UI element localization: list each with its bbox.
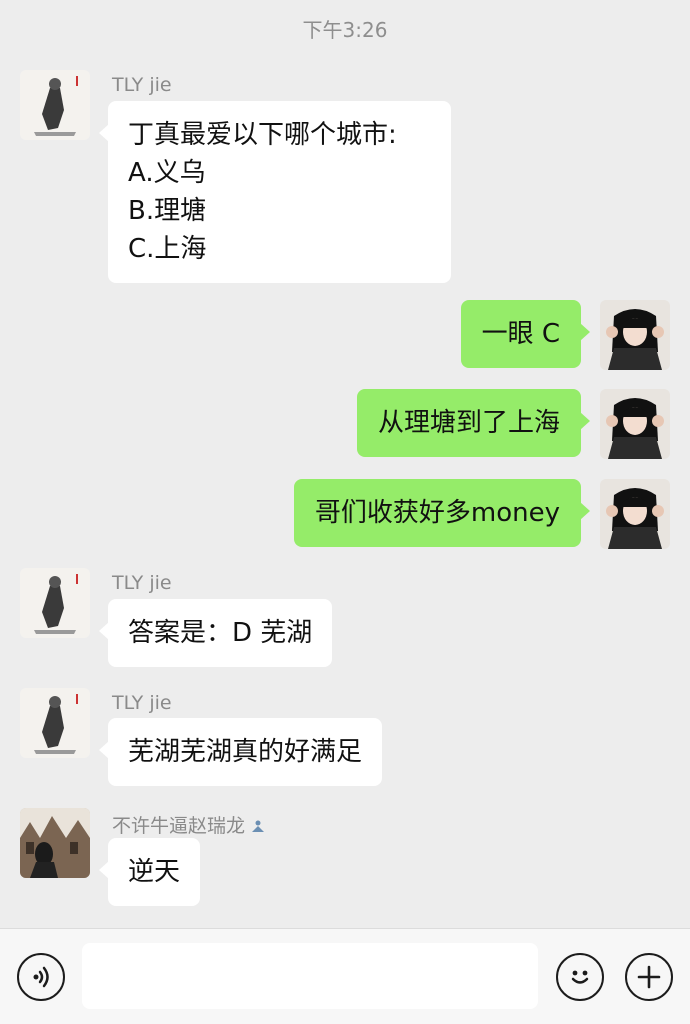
message-line: C.上海: [128, 234, 207, 264]
avatar-tly-jie[interactable]: [20, 688, 90, 758]
message-timestamp: 下午3:26: [302, 18, 388, 42]
plus-icon[interactable]: [625, 953, 673, 1001]
avatar-self[interactable]: [600, 479, 670, 549]
avatar-tly-jie[interactable]: [20, 70, 90, 140]
message-line: 丁真最爱以下哪个城市:: [128, 120, 397, 150]
input-bar: [0, 928, 690, 1024]
avatar-tly-jie[interactable]: [20, 568, 90, 638]
emoji-icon[interactable]: [556, 953, 604, 1001]
sender-name: TLY jie: [112, 692, 172, 714]
message-bubble-outgoing[interactable]: 从理塘到了上海: [356, 389, 591, 457]
message-line: A.义乌: [128, 158, 206, 188]
message-bubble-incoming[interactable]: 丁真最爱以下哪个城市: A.义乌 B.理塘 C.上海: [99, 101, 451, 283]
message-bubble-incoming[interactable]: 答案是：D 芜湖: [98, 599, 333, 667]
sender-name: TLY jie: [112, 572, 172, 594]
message-bubble-incoming[interactable]: 芜湖芜湖真的好满足: [98, 718, 383, 786]
voice-icon[interactable]: [17, 953, 65, 1001]
message-bubble-incoming[interactable]: 逆天: [98, 838, 201, 906]
message-bubble-outgoing[interactable]: 哥们收获好多money: [293, 479, 591, 547]
avatar-self[interactable]: [600, 300, 670, 370]
avatar-self[interactable]: [600, 389, 670, 459]
message-input[interactable]: [82, 943, 538, 1009]
sender-name: TLY jie: [112, 74, 172, 96]
message-bubble-outgoing[interactable]: 一眼 C: [460, 300, 591, 368]
message-line: B.理塘: [128, 196, 207, 226]
avatar-user[interactable]: [20, 808, 90, 878]
sender-name: 不许牛逼赵瑞龙: [112, 815, 246, 837]
sender-name-row: 不许牛逼赵瑞龙: [112, 811, 265, 838]
admin-badge-icon: [251, 816, 265, 838]
